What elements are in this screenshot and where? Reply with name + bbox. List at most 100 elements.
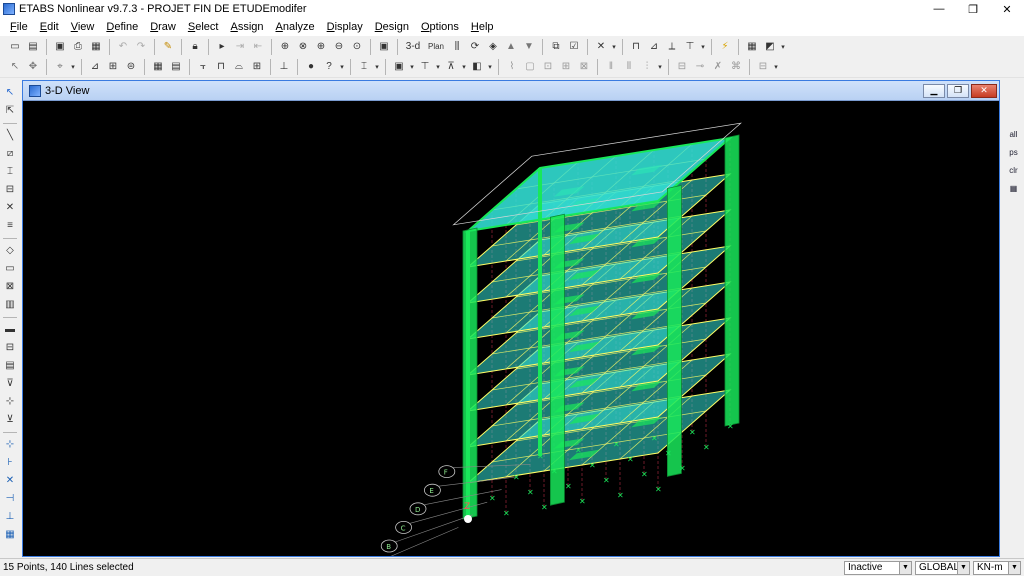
link-icon[interactable]: ‖ [603,59,619,75]
draw-line-click-icon[interactable]: ⧄ [3,146,17,160]
clear-selection-icon[interactable]: clr [1007,163,1021,177]
chevron-down-icon[interactable]: ▾ [772,59,780,75]
mode-dropdown[interactable]: Inactive ▼ [844,560,912,575]
deformed-shape-icon[interactable]: ⌇ [504,59,520,75]
create-braces-icon[interactable]: ✕ [3,200,17,214]
coordinate-system-dropdown[interactable]: GLOBAL ▼ [915,560,970,575]
area-section-icon[interactable]: ▣ [391,59,407,75]
reshaper-icon[interactable]: ⇱ [3,103,17,117]
snap-fine-grid-icon[interactable]: ▦ [3,527,17,541]
chevron-down-icon[interactable]: ▾ [373,59,381,75]
zoom-full-icon[interactable]: ⊙ [349,39,365,55]
section-cut-icon[interactable]: ⌶ [356,59,372,75]
rotate-view-icon[interactable]: ⟳ [467,39,483,55]
redo-icon[interactable]: ↷ [133,39,149,55]
shell-load-icon[interactable]: ◧ [469,59,485,75]
3d-view-button[interactable]: 3-d [403,39,423,55]
menu-item-8[interactable]: Display [321,21,369,33]
point-load-icon[interactable]: ⊥ [276,59,292,75]
menu-item-2[interactable]: View [65,21,101,33]
previous-selection-icon[interactable]: ps [1007,145,1021,159]
draw-line-icon[interactable]: ╲ [3,128,17,142]
create-secondary-beams-icon[interactable]: ≡ [3,218,17,232]
align-icon[interactable]: ⌖ [52,59,68,75]
minimize-button[interactable]: — [922,0,956,18]
draw-brace-icon[interactable]: ⊿ [646,39,662,55]
menu-item-0[interactable]: File [4,21,34,33]
plan-view-button[interactable]: Plan [425,39,447,55]
member-forces-icon[interactable]: ⊡ [540,59,556,75]
output-icon[interactable]: ⊟ [755,59,771,75]
snap-joint-icon[interactable]: ⊹ [3,437,17,451]
opening-icon[interactable]: ▤ [3,358,17,372]
chevron-down-icon[interactable]: ▾ [434,59,442,75]
mode-shape-icon[interactable]: ▢ [522,59,538,75]
select-pointer-icon[interactable]: ↖ [3,85,17,99]
virtual-work-icon[interactable]: ⊸ [692,59,708,75]
menu-item-4[interactable]: Draw [144,21,182,33]
draw-column-icon[interactable]: ⟂ [664,39,680,55]
pan-icon[interactable]: ▣ [376,39,392,55]
spandrel-label-icon[interactable]: ⊓ [213,59,229,75]
snap-icon[interactable]: ✕ [593,39,609,55]
chevron-down-icon[interactable]: ▾ [610,39,618,55]
zoom-out-icon[interactable]: ⊖ [331,39,347,55]
open-icon[interactable]: ▤ [25,39,41,55]
help-pointer-icon[interactable]: ? [321,59,337,75]
save-icon[interactable]: ▣ [52,39,68,55]
chevron-down-icon[interactable]: ▾ [656,59,664,75]
chevron-down-icon[interactable]: ▾ [699,39,707,55]
lock-icon[interactable]: 🔒︎ [187,39,203,55]
show-loads-icon[interactable]: ● [303,59,319,75]
undo-icon[interactable]: ↶ [115,39,131,55]
draw-wall-line-icon[interactable]: ▬ [3,322,17,336]
dimension-icon[interactable]: ⊽ [3,376,17,390]
intersecting-line-icon[interactable]: ▦ [1007,181,1021,195]
print-icon[interactable]: ⎙ [70,39,86,55]
mesh-icon[interactable]: ⊞ [249,59,265,75]
design-icon[interactable]: ▦ [744,39,760,55]
diaphragm-icon[interactable]: ⌓ [231,59,247,75]
chevron-down-icon[interactable]: ▾ [460,59,468,75]
snap-line-icon[interactable]: ⊥ [3,509,17,523]
snap-end-icon[interactable]: ⊦ [3,455,17,469]
print-tables-icon[interactable]: ▦ [88,39,104,55]
menu-item-3[interactable]: Define [100,21,144,33]
frame-load-icon[interactable]: ⊤ [417,59,433,75]
create-area-icon[interactable]: ⊠ [3,279,17,293]
zoom-restore-icon[interactable]: ⊗ [295,39,311,55]
zoom-window-icon[interactable]: ⊕ [277,39,293,55]
tendon-icon[interactable]: ⫶ [639,59,655,75]
elevation-view-icon[interactable]: ⫼ [449,39,465,55]
menu-item-9[interactable]: Design [369,21,415,33]
frame-section-icon[interactable]: ⊞ [105,59,121,75]
run-disabled-icon[interactable]: ⇥ [232,39,248,55]
units-dropdown[interactable]: KN-m ▼ [973,560,1021,575]
select-all-icon[interactable]: all [1007,127,1021,141]
pier-label-icon[interactable]: ⫟ [195,59,211,75]
restore-button[interactable]: ❐ [956,0,990,18]
run-disabled-icon-2[interactable]: ⇤ [250,39,266,55]
move-down-icon[interactable]: ▼ [521,39,537,55]
perspective-icon[interactable]: ◈ [485,39,501,55]
zoom-in-icon[interactable]: ⊕ [313,39,329,55]
pointer-icon[interactable]: ↖ [7,59,23,75]
draw-rect-area-icon[interactable]: ▭ [3,261,17,275]
view-minimize-button[interactable]: ▁ [923,83,945,98]
snap-point-icon[interactable]: ⊻ [3,412,17,426]
reshape-icon[interactable]: ✥ [25,59,41,75]
snap-perpendicular-icon[interactable]: ⊣ [3,491,17,505]
release-icon[interactable]: ⊜ [123,59,139,75]
shell-forces-icon[interactable]: ⊞ [558,59,574,75]
view-close-button[interactable]: ✕ [971,83,997,98]
lightning-icon[interactable]: ⚡︎ [717,39,733,55]
draw-area-icon[interactable]: ◇ [3,243,17,257]
draw-wall-icon[interactable]: ▥ [3,297,17,311]
create-beams-icon[interactable]: ⊟ [3,182,17,196]
view-restore-button[interactable]: ❐ [947,83,969,98]
model-canvas[interactable]: ✕✕✕✕✕✕✕✕✕✕✕✕✕✕✕✕✕✕✕✕✕✕✕✕ABCDEFZ [23,101,999,556]
menu-item-5[interactable]: Select [182,21,225,33]
refresh-pencil-icon[interactable]: ✎ [160,39,176,55]
menu-item-7[interactable]: Analyze [270,21,321,33]
chevron-down-icon[interactable]: ▾ [69,59,77,75]
